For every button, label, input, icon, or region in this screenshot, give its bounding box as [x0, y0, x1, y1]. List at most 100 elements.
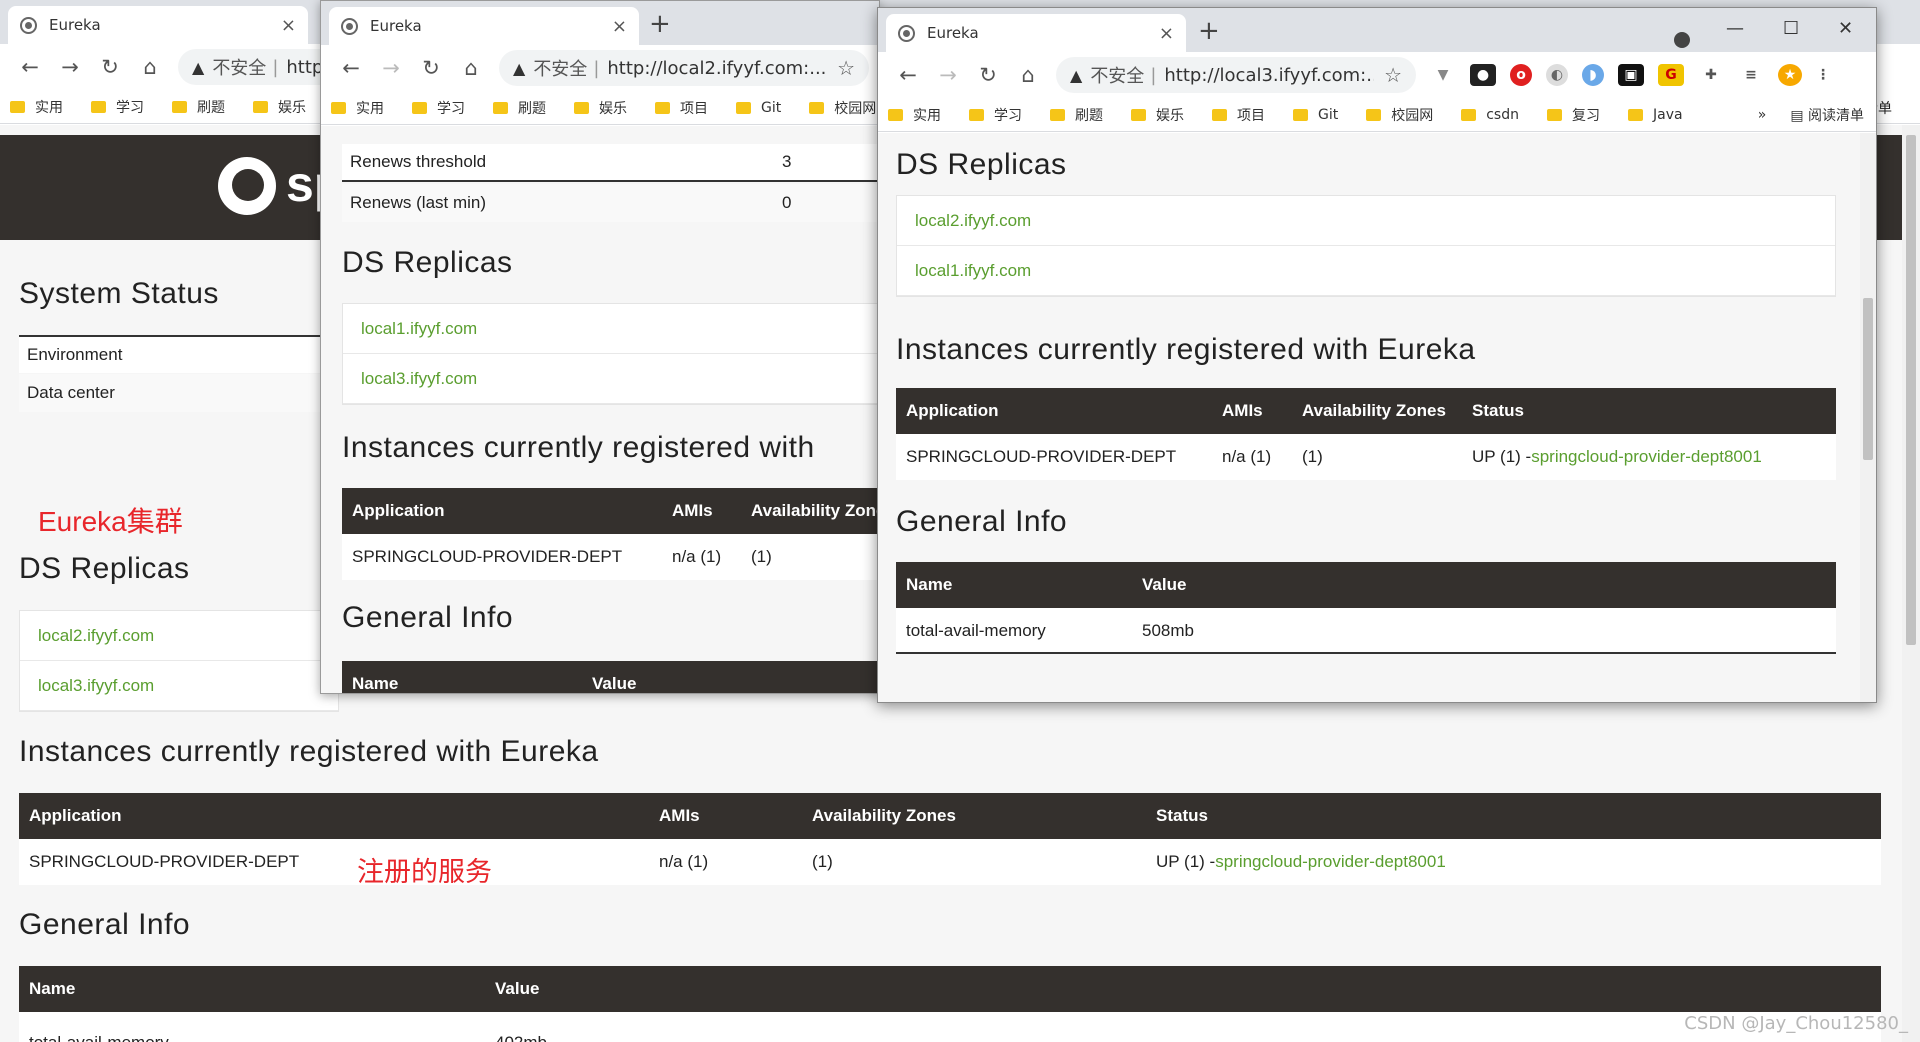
bookmark-item[interactable]: 实用 — [888, 105, 941, 125]
instance-link[interactable]: springcloud-provider-dept8001 — [1531, 447, 1762, 467]
bookmark-item[interactable]: 复习 — [1547, 105, 1600, 125]
status-cell: UP (1) - springcloud-provider-dept8001 — [1156, 839, 1446, 885]
extension-bot-icon[interactable]: ● — [1470, 64, 1496, 86]
scrollbar-thumb[interactable] — [1863, 298, 1873, 460]
minimize-icon[interactable]: — — [1726, 18, 1744, 39]
bookmarks-bar: 实用 学习 刷题 娱乐 项目 Git 校园网 — [321, 91, 879, 125]
forward-icon[interactable]: → — [50, 55, 90, 79]
bookmark-item[interactable]: 刷题 — [493, 98, 546, 118]
bookmark-item[interactable]: 刷题 — [172, 97, 225, 117]
bookmark-item[interactable]: csdn — [1461, 107, 1519, 123]
tab-eureka[interactable]: Eureka × — [8, 6, 308, 44]
renews-threshold-value: 3 — [782, 152, 792, 171]
warning-icon: ▲ — [192, 57, 205, 77]
bookmark-item[interactable]: 学习 — [412, 98, 465, 118]
bookmark-label: 学习 — [437, 100, 465, 117]
bookmark-item[interactable]: 学习 — [91, 97, 144, 117]
extension-g-icon[interactable]: G — [1658, 64, 1684, 86]
col-zones: Availability Zones — [812, 806, 956, 825]
replica-link[interactable]: local1.ifyyf.com — [343, 304, 879, 354]
reload-icon[interactable]: ↻ — [411, 56, 451, 80]
table-row: SPRINGCLOUD-PROVIDER-DEPT n/a (1) (1) — [342, 534, 879, 580]
replica-link[interactable]: local1.ifyyf.com — [897, 246, 1835, 296]
extension-vue-icon[interactable]: ▼ — [1430, 64, 1456, 86]
back-icon[interactable]: ← — [331, 56, 371, 80]
home-icon[interactable]: ⌂ — [1008, 63, 1048, 87]
reading-list-button[interactable]: ▤ 阅读清单 — [1790, 105, 1864, 125]
amis-value: n/a (1) — [659, 852, 709, 871]
replica-link[interactable]: local3.ifyyf.com — [343, 354, 879, 404]
avatar[interactable]: ★ — [1778, 64, 1802, 86]
bookmark-item[interactable]: Java — [1628, 107, 1683, 123]
app-name: SPRINGCLOUD-PROVIDER-DEPT — [352, 547, 623, 566]
bookmark-item[interactable]: Git — [736, 100, 781, 116]
instances-title: Instances currently registered with Eure… — [19, 735, 599, 768]
media-list-icon[interactable]: ≡ — [1738, 64, 1764, 86]
col-name: Name — [29, 979, 76, 998]
tab-eureka[interactable]: Eureka × — [886, 14, 1186, 52]
bookmark-label: 实用 — [913, 107, 941, 124]
globe-icon — [20, 16, 37, 34]
scrollbar[interactable] — [1902, 125, 1920, 1042]
close-icon[interactable]: × — [281, 15, 296, 36]
bookmark-label: 学习 — [116, 99, 144, 116]
bookmark-item[interactable]: 校园网 — [1366, 105, 1433, 125]
replica-link[interactable]: local2.ifyyf.com — [897, 196, 1835, 246]
folder-icon — [331, 101, 346, 114]
extension-blue-icon[interactable]: ◗ — [1582, 64, 1604, 86]
bookmark-item[interactable]: 娱乐 — [1131, 105, 1184, 125]
bookmark-item[interactable]: 娱乐 — [574, 98, 627, 118]
renews-lastmin-key: Renews (last min) — [350, 193, 487, 212]
window-close-icon[interactable]: ✕ — [1838, 18, 1853, 39]
back-icon[interactable]: ← — [10, 55, 50, 79]
bookmark-item[interactable]: 学习 — [969, 105, 1022, 125]
extension-square-icon[interactable]: ▣ — [1618, 64, 1644, 86]
bookmark-item[interactable]: 实用 — [10, 97, 63, 117]
scrollbar-thumb[interactable] — [1906, 135, 1916, 645]
tab-eureka[interactable]: Eureka × — [329, 7, 639, 45]
home-icon[interactable]: ⌂ — [130, 55, 170, 79]
replica-link[interactable]: local3.ifyyf.com — [20, 661, 338, 711]
bookmark-item[interactable]: Git — [1293, 107, 1338, 123]
url-separator: | — [1150, 64, 1157, 86]
extension-mouse-icon[interactable]: ◐ — [1546, 64, 1568, 86]
bookmark-item[interactable]: 实用 — [331, 98, 384, 118]
extensions-puzzle-icon[interactable]: ✚ — [1698, 64, 1724, 86]
tab-search-icon[interactable] — [1674, 32, 1690, 48]
forward-icon[interactable]: → — [371, 56, 411, 80]
star-icon[interactable]: ☆ — [1384, 63, 1402, 87]
new-tab-icon[interactable]: + — [1198, 16, 1220, 46]
back-icon[interactable]: ← — [888, 63, 928, 87]
close-icon[interactable]: × — [1159, 23, 1174, 44]
bookmark-item[interactable]: 刷题 — [1050, 105, 1103, 125]
zones-value: (1) — [1302, 447, 1323, 466]
forward-icon[interactable]: → — [928, 63, 968, 87]
bookmark-item[interactable]: 娱乐 — [253, 97, 306, 117]
bookmarks-overflow-icon[interactable]: » — [1758, 107, 1767, 123]
col-value: Value — [495, 979, 540, 998]
maximize-icon[interactable]: ☐ — [1783, 18, 1799, 39]
star-icon[interactable]: ☆ — [837, 56, 855, 80]
instance-link[interactable]: springcloud-provider-dept8001 — [1215, 852, 1446, 872]
extension-adblock-icon[interactable]: o — [1510, 64, 1532, 86]
replica-link[interactable]: local2.ifyyf.com — [20, 611, 338, 661]
general-header: Name Value — [19, 966, 1881, 1012]
table-row: SPRINGCLOUD-PROVIDER-DEPT n/a (1) (1) UP… — [896, 434, 1836, 480]
scrollbar[interactable] — [1860, 133, 1876, 702]
reload-icon[interactable]: ↻ — [90, 55, 130, 79]
address-bar[interactable]: ▲ 不安全 | http — [178, 49, 338, 85]
system-status-title: System Status — [19, 277, 219, 310]
address-bar[interactable]: ▲ 不安全 | http://local2.ifyyf.com:... ☆ — [499, 50, 869, 86]
bookmark-label: 校园网 — [1391, 107, 1434, 124]
close-icon[interactable]: × — [612, 16, 627, 37]
new-tab-icon[interactable]: + — [649, 9, 671, 39]
address-bar[interactable]: ▲ 不安全 | http://local3.ifyyf.com:... ☆ — [1056, 57, 1416, 93]
bookmark-label: 刷题 — [1075, 107, 1103, 124]
home-icon[interactable]: ⌂ — [451, 56, 491, 80]
bookmark-label: 刷题 — [197, 99, 225, 116]
bookmark-item[interactable]: 项目 — [1212, 105, 1265, 125]
bookmark-item[interactable]: 校园网 — [809, 98, 876, 118]
menu-kebab-icon[interactable]: ⋮ — [1816, 64, 1830, 86]
bookmark-item[interactable]: 项目 — [655, 98, 708, 118]
reload-icon[interactable]: ↻ — [968, 63, 1008, 87]
